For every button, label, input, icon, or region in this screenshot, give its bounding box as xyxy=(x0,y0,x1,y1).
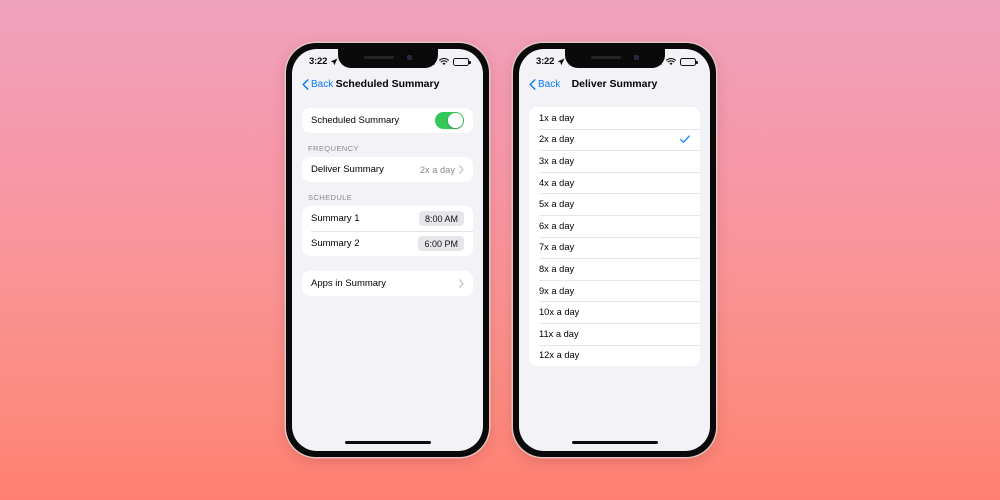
frequency-option-row[interactable]: 5x a day xyxy=(529,193,700,215)
navigation-bar-right: Back Deliver Summary xyxy=(519,71,710,97)
row-trailing: 2x a day xyxy=(420,165,464,175)
earpiece-speaker-icon xyxy=(363,56,394,59)
location-arrow-icon xyxy=(557,58,565,65)
wifi-icon xyxy=(439,57,449,65)
front-camera-icon xyxy=(406,55,412,60)
frequency-option-label: 12x a day xyxy=(539,350,580,361)
frequency-option-row[interactable]: 1x a day xyxy=(529,107,700,129)
row-label: Scheduled Summary xyxy=(311,115,400,126)
row-summary-1[interactable]: Summary 1 8:00 AM xyxy=(302,206,473,231)
frequency-option-label: 6x a day xyxy=(539,220,575,231)
frequency-option-list: 1x a day 2x a day 3x a day 4x a day 5x a day… xyxy=(529,107,700,367)
home-indicator xyxy=(344,440,431,444)
earpiece-speaker-icon xyxy=(590,56,621,59)
back-button[interactable]: Back xyxy=(302,79,333,90)
row-deliver-summary[interactable]: Deliver Summary 2x a day xyxy=(302,157,473,182)
frequency-option-row[interactable]: 9x a day xyxy=(529,279,700,302)
battery-icon xyxy=(680,57,698,66)
frequency-option-label: 1x a day xyxy=(539,112,575,123)
frequency-option-label: 11x a day xyxy=(539,328,579,339)
frequency-option-row[interactable]: 7x a day xyxy=(529,236,700,259)
phone-notch xyxy=(337,49,438,68)
checkmark-icon xyxy=(680,135,690,143)
summary-2-time-value[interactable]: 6:00 PM xyxy=(418,236,464,251)
frequency-option-row[interactable]: 4x a day xyxy=(529,171,700,194)
phone-notch xyxy=(564,49,665,68)
chevron-left-icon xyxy=(529,78,536,90)
row-label: Deliver Summary xyxy=(311,164,384,175)
phone-mockup-scheduled-summary: 3:22 Back Scheduled Summary Scheduled Su… xyxy=(286,43,489,457)
frequency-option-row[interactable]: 12x a day xyxy=(529,344,700,367)
frequency-option-row[interactable]: 2x a day xyxy=(529,128,700,151)
toggle-knob xyxy=(448,113,463,128)
status-bar-time: 3:22 xyxy=(309,56,328,67)
row-summary-2[interactable]: Summary 2 6:00 PM xyxy=(302,231,473,256)
status-bar-left-group: 3:22 xyxy=(536,56,565,67)
frequency-option-label: 5x a day xyxy=(539,199,575,210)
navigation-bar-left: Back Scheduled Summary xyxy=(292,71,483,97)
frequency-option-label: 9x a day xyxy=(539,285,575,296)
frequency-option-label: 2x a day xyxy=(539,134,575,145)
section-header-schedule: SCHEDULE xyxy=(308,193,353,202)
frequency-option-label: 3x a day xyxy=(539,155,575,166)
settings-group-frequency: Deliver Summary 2x a day xyxy=(302,157,473,182)
row-label: Summary 1 xyxy=(311,213,360,224)
back-button-label: Back xyxy=(538,78,561,90)
home-indicator xyxy=(571,440,658,444)
frequency-option-label: 8x a day xyxy=(539,263,575,274)
row-apps-in-summary[interactable]: Apps in Summary xyxy=(302,271,473,296)
phone-mockup-deliver-summary: 3:22 Back Deliver Summary 1x a day 2x a … xyxy=(513,43,716,457)
settings-group-schedule: Summary 1 8:00 AM Summary 2 6:00 PM xyxy=(302,206,473,256)
settings-group-apps: Apps in Summary xyxy=(302,271,473,296)
row-label: Summary 2 xyxy=(311,238,360,249)
front-camera-icon xyxy=(633,55,639,60)
summary-1-time-value[interactable]: 8:00 AM xyxy=(418,211,464,226)
location-arrow-icon xyxy=(330,58,338,65)
chevron-left-icon xyxy=(302,78,309,90)
frequency-option-label: 7x a day xyxy=(539,242,575,253)
back-button[interactable]: Back xyxy=(529,79,560,90)
scheduled-summary-toggle[interactable] xyxy=(435,112,464,129)
frequency-option-row[interactable]: 6x a day xyxy=(529,214,700,237)
frequency-option-row[interactable]: 11x a day xyxy=(529,322,700,345)
frequency-option-label: 10x a day xyxy=(539,307,580,318)
frequency-option-label: 4x a day xyxy=(539,177,575,188)
wifi-icon xyxy=(666,57,676,65)
back-button-label: Back xyxy=(311,78,334,90)
row-scheduled-summary[interactable]: Scheduled Summary xyxy=(302,108,473,133)
battery-icon xyxy=(453,57,471,66)
status-bar-left-group: 3:22 xyxy=(309,56,338,67)
phone-screen-right: 3:22 Back Deliver Summary 1x a day 2x a … xyxy=(519,49,710,451)
chevron-right-icon xyxy=(459,279,464,288)
phone-screen-left: 3:22 Back Scheduled Summary Scheduled Su… xyxy=(292,49,483,451)
frequency-option-row[interactable]: 10x a day xyxy=(529,301,700,323)
row-value: 2x a day xyxy=(419,164,455,175)
section-header-frequency: FREQUENCY xyxy=(308,144,359,153)
frequency-option-row[interactable]: 3x a day xyxy=(529,150,700,172)
chevron-right-icon xyxy=(459,165,464,174)
settings-group-master: Scheduled Summary xyxy=(302,108,473,133)
frequency-option-row[interactable]: 8x a day xyxy=(529,258,700,280)
settings-content: Scheduled Summary FREQUENCY Deliver Summ… xyxy=(292,97,483,296)
row-label: Apps in Summary xyxy=(311,278,386,289)
status-bar-time: 3:22 xyxy=(536,56,555,67)
